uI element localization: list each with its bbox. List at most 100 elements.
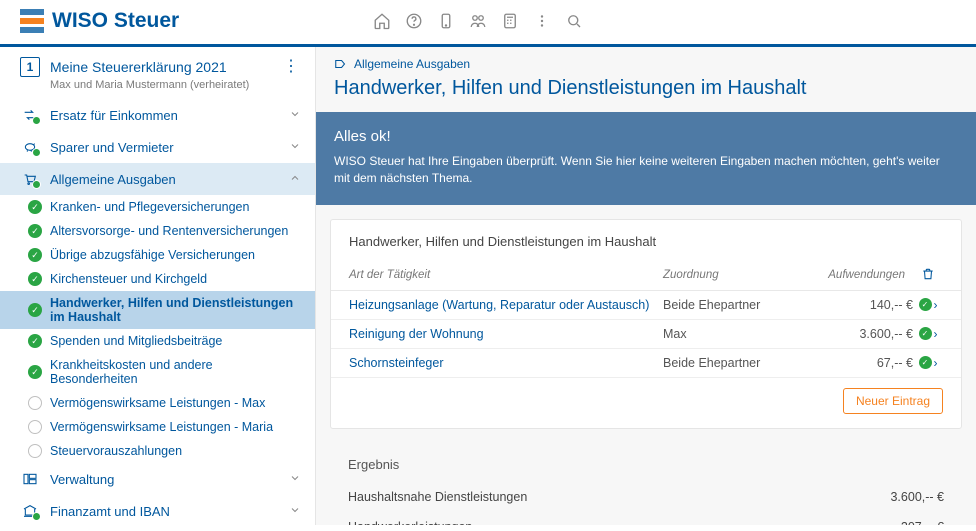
status-dot-icon	[32, 180, 41, 189]
sidebar-subitem-2-4[interactable]: ✓ Handwerker, Hilfen und Dienstleistungen…	[0, 291, 315, 329]
panel-title: Handwerker, Hilfen und Dienstleistungen …	[331, 234, 961, 261]
cell-amount: 3.600,-- €	[803, 327, 913, 341]
sidebar-group-0[interactable]: Ersatz für Einkommen	[0, 99, 315, 131]
th-activity: Art der Tätigkeit	[349, 269, 663, 281]
status-dot-icon	[32, 116, 41, 125]
result-title: Ergebnis	[316, 443, 976, 482]
cell-activity: Reinigung der Wohnung	[349, 327, 663, 341]
sidebar-subitem-2-8[interactable]: Vermögenswirksame Leistungen - Maria	[0, 415, 315, 439]
subitem-label: Spenden und Mitgliedsbeiträge	[50, 334, 222, 348]
table-row[interactable]: SchornsteinfegerBeide Ehepartner67,-- €✓…	[331, 349, 961, 378]
cell-assign: Beide Ehepartner	[663, 298, 803, 312]
section-header-1[interactable]: 1 Meine Steuererklärung 2021 ⋮	[0, 47, 315, 83]
section-more-icon[interactable]: ⋮	[281, 57, 301, 77]
sidebar-subitem-2-2[interactable]: ✓Übrige abzugsfähige Versicherungen	[0, 243, 315, 267]
breadcrumb-label: Allgemeine Ausgaben	[354, 57, 470, 71]
subitem-label: Handwerker, Hilfen und Dienstleistungen …	[50, 296, 301, 324]
table-body: Heizungsanlage (Wartung, Reparatur oder …	[331, 291, 961, 378]
sidebar-group-2[interactable]: Allgemeine Ausgaben	[0, 163, 315, 195]
delete-all-icon[interactable]	[913, 267, 943, 284]
section-subtitle: Max und Maria Mustermann (verheiratet)	[50, 79, 315, 91]
chevron-icon	[289, 172, 301, 187]
sidebar-subitem-2-5[interactable]: ✓Spenden und Mitgliedsbeiträge	[0, 329, 315, 353]
banner-text: WISO Steuer hat Ihre Eingaben überprüft.…	[334, 153, 958, 187]
nav-list: Ersatz für Einkommen Sparer und Vermieter…	[0, 99, 315, 525]
cell-amount: 67,-- €	[803, 356, 913, 370]
subitem-label: Altersvorsorge- und Rentenversicherungen	[50, 224, 288, 238]
chevron-right-icon: ›	[934, 327, 938, 341]
sidebar-subitem-2-7[interactable]: Vermögenswirksame Leistungen - Max	[0, 391, 315, 415]
calculator-icon[interactable]	[497, 8, 523, 34]
chevron-icon	[289, 472, 301, 487]
subitem-label: Vermögenswirksame Leistungen - Max	[50, 396, 265, 410]
subitem-label: Vermögenswirksame Leistungen - Maria	[50, 420, 273, 434]
table-row[interactable]: Reinigung der WohnungMax3.600,-- €✓›	[331, 320, 961, 349]
app-name: WISO Steuer	[52, 9, 179, 33]
section-title: Meine Steuererklärung 2021	[50, 59, 227, 75]
table-header: Art der Tätigkeit Zuordnung Aufwendungen	[331, 261, 961, 291]
cell-assign: Max	[663, 327, 803, 341]
group-label: Sparer und Vermieter	[50, 140, 289, 155]
sidebar-subitem-2-3[interactable]: ✓Kirchensteuer und Kirchgeld	[0, 267, 315, 291]
check-icon: ✓	[919, 327, 932, 340]
sidebar-group-4[interactable]: Finanzamt und IBAN	[0, 495, 315, 525]
chevron-icon	[289, 108, 301, 123]
result-label: Handwerkerleistungen	[348, 520, 472, 525]
chevron-right-icon: ›	[934, 298, 938, 312]
sidebar-subitem-2-0[interactable]: ✓ Kranken- und Pflegeversicherungen	[0, 195, 315, 219]
cell-status: ✓›	[913, 327, 943, 341]
cell-activity: Schornsteinfeger	[349, 356, 663, 370]
chevron-icon	[289, 504, 301, 519]
app-header: WISO Steuer	[0, 0, 976, 47]
group-label: Allgemeine Ausgaben	[50, 172, 289, 187]
empty-icon	[28, 444, 42, 458]
app-logo: WISO Steuer	[20, 9, 179, 33]
cell-activity: Heizungsanlage (Wartung, Reparatur oder …	[349, 298, 663, 312]
check-icon: ✓	[28, 224, 42, 238]
cell-status: ✓›	[913, 298, 943, 312]
result-row: Haushaltsnahe Dienstleistungen3.600,-- €	[316, 482, 976, 512]
th-amount: Aufwendungen	[803, 269, 913, 281]
check-icon: ✓	[28, 200, 42, 214]
search-icon[interactable]	[561, 8, 587, 34]
sidebar-subitem-2-6[interactable]: ✓ Krankheitskosten und andere Besonderhei…	[0, 353, 315, 391]
banner-title: Alles ok!	[334, 128, 958, 145]
more-icon[interactable]	[529, 8, 555, 34]
sidebar-group-1[interactable]: Sparer und Vermieter	[0, 131, 315, 163]
breadcrumb[interactable]: Allgemeine Ausgaben	[316, 47, 976, 75]
check-icon: ✓	[28, 272, 42, 286]
result-row: Handwerkerleistungen 207,-- €	[316, 512, 976, 525]
check-icon: ✓	[28, 365, 42, 379]
cell-amount: 140,-- €	[803, 298, 913, 312]
help-icon[interactable]	[401, 8, 427, 34]
sidebar-subitem-2-9[interactable]: Steuervorauszahlungen	[0, 439, 315, 463]
sidebar-group-3[interactable]: Verwaltung	[0, 463, 315, 495]
chevron-icon	[289, 140, 301, 155]
check-icon: ✓	[919, 298, 932, 311]
cell-assign: Beide Ehepartner	[663, 356, 803, 370]
sidebar-subitem-2-1[interactable]: ✓ Altersvorsorge- und Rentenversicherunge…	[0, 219, 315, 243]
group-icon	[20, 469, 40, 489]
status-dot-icon	[32, 512, 41, 521]
toolbar	[369, 8, 587, 34]
main-content: Allgemeine Ausgaben Handwerker, Hilfen u…	[316, 47, 976, 525]
th-assign: Zuordnung	[663, 269, 803, 281]
result-section: Ergebnis Haushaltsnahe Dienstleistungen3…	[316, 443, 976, 525]
subitem-label: Krankheitskosten und andere Besonderheit…	[50, 358, 301, 386]
new-entry-button[interactable]: Neuer Eintrag	[843, 388, 943, 414]
result-label: Haushaltsnahe Dienstleistungen	[348, 490, 527, 504]
mobile-icon[interactable]	[433, 8, 459, 34]
table-panel: Handwerker, Hilfen und Dienstleistungen …	[330, 219, 962, 429]
check-icon: ✓	[28, 303, 42, 317]
status-dot-icon	[32, 148, 41, 157]
cell-status: ✓›	[913, 356, 943, 370]
team-icon[interactable]	[465, 8, 491, 34]
subitem-label: Kranken- und Pflegeversicherungen	[50, 200, 249, 214]
section-number: 1	[20, 57, 40, 77]
new-entry-row: Neuer Eintrag	[331, 378, 961, 414]
status-banner: Alles ok! WISO Steuer hat Ihre Eingaben …	[316, 112, 976, 205]
subitem-label: Steuervorauszahlungen	[50, 444, 182, 458]
home-icon[interactable]	[369, 8, 395, 34]
result-value: 207,-- €	[901, 520, 944, 525]
table-row[interactable]: Heizungsanlage (Wartung, Reparatur oder …	[331, 291, 961, 320]
